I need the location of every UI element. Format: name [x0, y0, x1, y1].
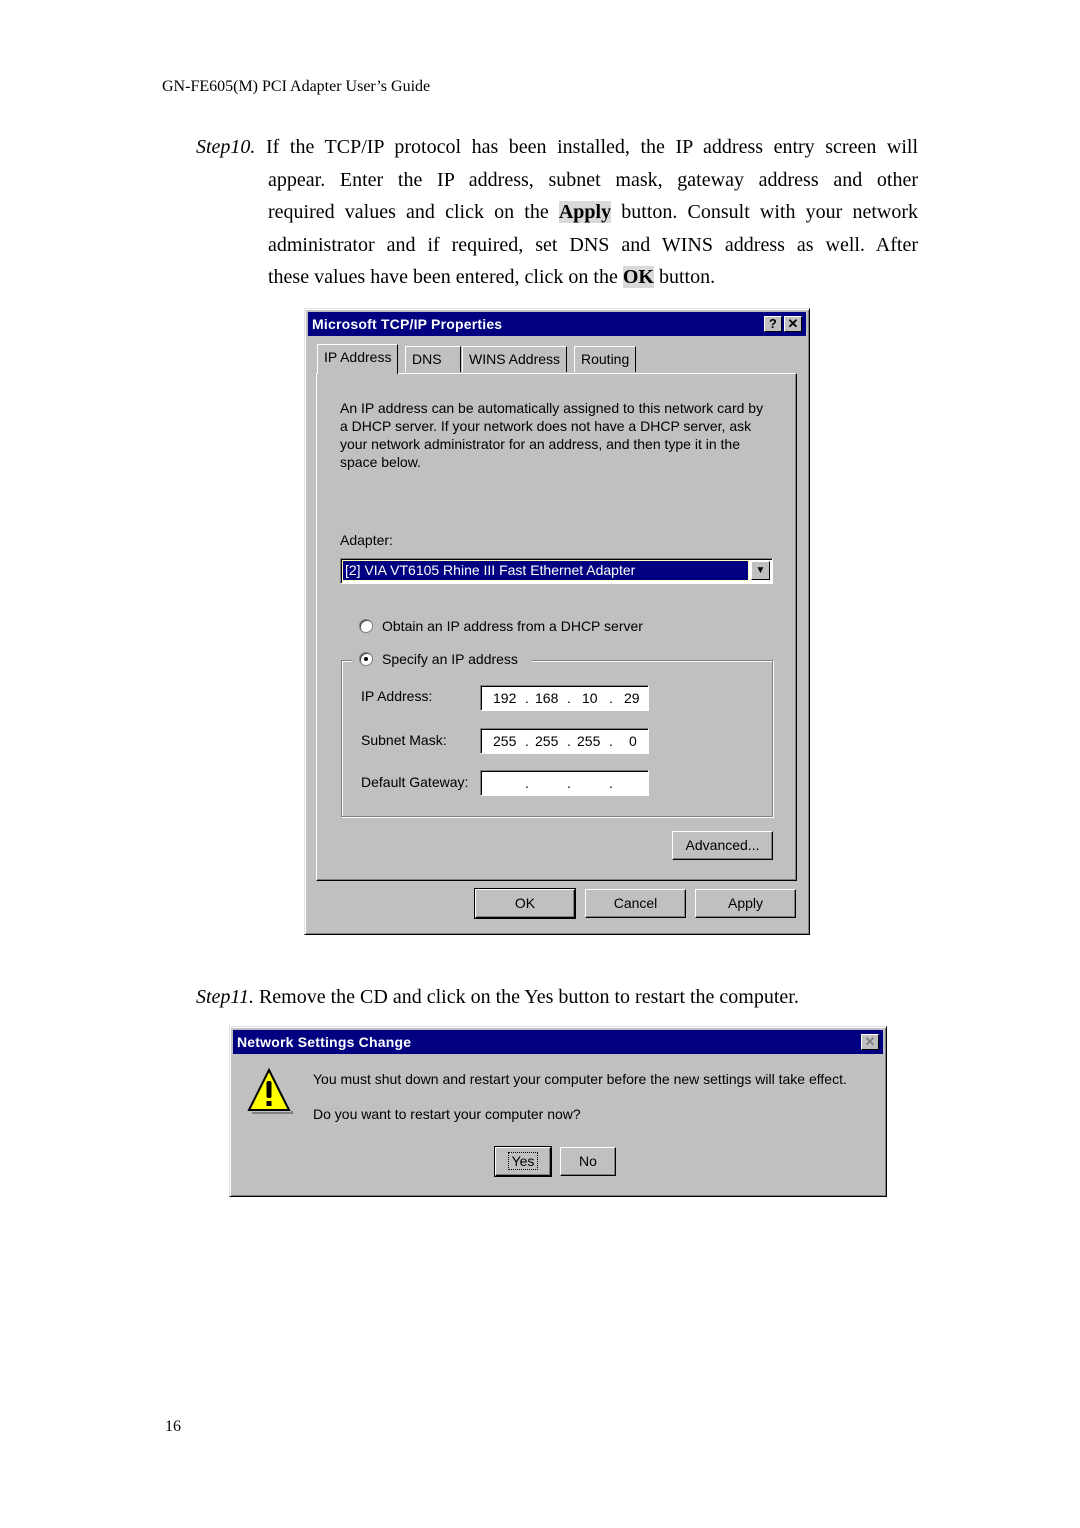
octet-dot: .	[567, 775, 571, 791]
adapter-label: Adapter:	[340, 532, 393, 548]
default-gateway-label: Default Gateway:	[361, 774, 469, 790]
warning-mark-bar	[266, 1081, 272, 1098]
subnet-octet-1: 255	[493, 733, 517, 749]
subnet-octet-2: 255	[535, 733, 559, 749]
adapter-dropdown[interactable]: [2] VIA VT6105 Rhine III Fast Ethernet A…	[340, 558, 773, 584]
page-number: 16	[165, 1418, 181, 1435]
no-button[interactable]: No	[560, 1147, 616, 1176]
apply-highlight: Apply	[558, 201, 612, 224]
step10-line-1: Step10. If the TCP/IP protocol has been …	[196, 136, 918, 158]
ip-octet-4: 29	[624, 690, 640, 706]
chevron-down-icon: ▼	[755, 565, 766, 576]
octet-dot: .	[567, 733, 571, 749]
tab-dns[interactable]: DNS	[405, 346, 461, 372]
ip-description-text: An IP address can be automatically assig…	[340, 400, 764, 470]
yes-button[interactable]: Yes	[494, 1146, 552, 1177]
tab-ip-address[interactable]: IP Address	[317, 344, 399, 374]
dhcp-radio-label[interactable]: Obtain an IP address from a DHCP server	[382, 618, 643, 634]
warning-icon	[247, 1067, 293, 1114]
step10-label: Step10.	[196, 136, 256, 158]
ip-octet-3: 10	[582, 690, 598, 706]
step11-text: Remove the CD and click on the Yes butto…	[253, 986, 799, 1008]
step10-line-5: these values have been entered, click on…	[268, 266, 716, 289]
ip-address-label: IP Address:	[361, 688, 433, 704]
subnet-octet-4: 0	[629, 733, 637, 749]
step10-line-4: administrator and if required, set DNS a…	[268, 233, 918, 256]
tcpip-titlebar: Microsoft TCP/IP Properties ? ✕	[308, 312, 806, 336]
close-button[interactable]: ✕	[784, 316, 802, 332]
help-icon: ?	[768, 316, 778, 331]
yes-button-label: Yes	[507, 1152, 539, 1170]
step10-line-3: required values and click on the Apply b…	[268, 201, 919, 224]
restart-message-1: You must shut down and restart your comp…	[313, 1071, 847, 1087]
running-head: GN-FE605(M) PCI Adapter User’s Guide	[162, 78, 431, 95]
octet-dot: .	[567, 690, 571, 706]
step10-paragraph: Step10. If the TCP/IP protocol has been …	[196, 131, 918, 294]
tab-routing[interactable]: Routing	[574, 346, 637, 372]
subnet-mask-input[interactable]: 255 . 255 . 255 . 0	[480, 728, 649, 754]
specify-ip-radio-label[interactable]: Specify an IP address	[382, 651, 518, 667]
radio-selected-dot	[364, 657, 368, 661]
restart-title: Network Settings Change	[237, 1034, 412, 1050]
ip-octet-2: 168	[535, 690, 559, 706]
dropdown-arrow-button[interactable]: ▼	[751, 561, 770, 580]
advanced-button[interactable]: Advanced...	[672, 831, 773, 860]
subnet-mask-label: Subnet Mask:	[361, 732, 447, 748]
octet-dot: .	[609, 775, 613, 791]
octet-dot: .	[525, 690, 529, 706]
close-icon: ✕	[787, 316, 799, 331]
step10-line-2: appear. Enter the IP address, subnet mas…	[268, 168, 918, 191]
ok-button[interactable]: OK	[474, 888, 576, 919]
warning-mark-dot	[266, 1101, 272, 1106]
apply-button[interactable]: Apply	[695, 889, 796, 918]
ip-octet-1: 192	[493, 690, 517, 706]
cancel-button[interactable]: Cancel	[585, 889, 686, 918]
warning-shadow	[252, 1111, 293, 1114]
network-settings-change-dialog: Network Settings Change ✕ You must shut …	[229, 1026, 887, 1197]
dhcp-radio[interactable]	[359, 619, 373, 633]
specify-ip-radio[interactable]	[359, 652, 373, 666]
ip-address-input[interactable]: 192 . 168 . 10 . 29	[480, 685, 649, 711]
help-button[interactable]: ?	[764, 316, 782, 332]
octet-dot: .	[609, 690, 613, 706]
subnet-octet-3: 255	[577, 733, 601, 749]
octet-dot: .	[525, 733, 529, 749]
step11-label: Step11.	[196, 986, 254, 1008]
restart-titlebar: Network Settings Change ✕	[233, 1030, 883, 1054]
close-icon: ✕	[864, 1034, 876, 1049]
step11-paragraph: Step11. Remove the CD and click on the Y…	[196, 981, 799, 1014]
restart-message-2: Do you want to restart your computer now…	[313, 1106, 581, 1122]
default-gateway-input[interactable]: . . .	[480, 770, 649, 796]
adapter-selected-value: [2] VIA VT6105 Rhine III Fast Ethernet A…	[342, 560, 749, 581]
octet-dot: .	[525, 775, 529, 791]
ok-highlight: OK	[622, 266, 654, 289]
tab-wins-address[interactable]: WINS Address	[462, 346, 568, 372]
tcpip-title: Microsoft TCP/IP Properties	[312, 316, 503, 332]
octet-dot: .	[609, 733, 613, 749]
restart-close-button[interactable]: ✕	[861, 1034, 879, 1050]
